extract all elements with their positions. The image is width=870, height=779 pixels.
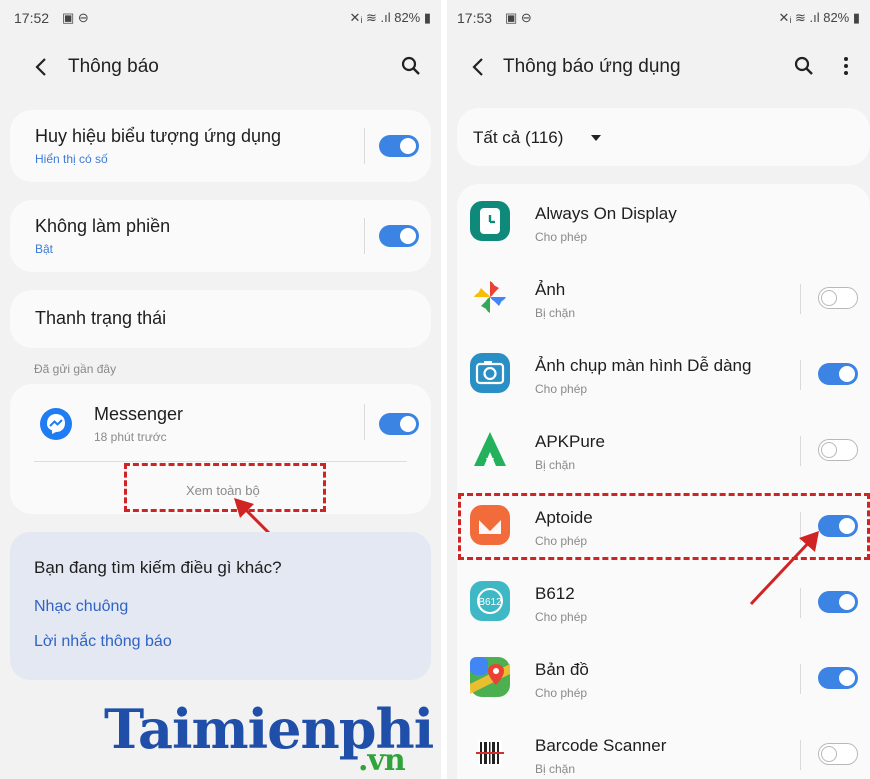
app-status: Cho phép xyxy=(535,610,588,624)
divider xyxy=(800,284,801,314)
setting-subtitle: Bật xyxy=(35,242,54,256)
app-status: Bị chặn xyxy=(535,306,576,320)
more-options-icon[interactable] xyxy=(842,56,850,76)
filter-card[interactable]: Tất cả (116) xyxy=(457,108,870,166)
divider xyxy=(800,360,801,390)
page-title: Thông báo xyxy=(68,56,159,77)
do-not-disturb-setting[interactable]: Không làm phiền Bật xyxy=(10,200,431,272)
app-name: Ảnh chụp màn hình Dễ dàng xyxy=(535,356,752,375)
app-list: Always On Display Cho phép Ảnh Bị chặn Ả… xyxy=(457,184,870,779)
do-not-disturb-toggle[interactable] xyxy=(379,225,419,247)
app-row-always-on-display[interactable]: Always On Display Cho phép xyxy=(457,184,870,260)
divider xyxy=(364,218,365,254)
app-icon-badges-setting[interactable]: Huy hiệu biểu tượng ứng dụng Hiển thị có… xyxy=(10,110,431,182)
app-name: B612 xyxy=(535,584,575,603)
divider xyxy=(800,740,801,770)
status-system-icons: ✕ᵢ ≋ .ıl 82% ▮ xyxy=(778,10,860,25)
filter-dropdown[interactable]: Tất cả (116) xyxy=(473,128,563,148)
section-header: Đã gửi gần đây xyxy=(34,362,117,376)
app-row-anh-chup-man-hinh[interactable]: Ảnh chụp màn hình Dễ dàng Cho phép xyxy=(457,336,870,412)
setting-title: Thanh trạng thái xyxy=(35,308,167,328)
status-notification-icons: ▣ ⊖ xyxy=(62,10,89,25)
page-title: Thông báo ứng dụng xyxy=(503,56,681,77)
app-notifications-screen: 17:53 ▣ ⊖ ✕ᵢ ≋ .ıl 82% ▮ Thông báo ứng d… xyxy=(447,0,870,779)
status-notification-icons: ▣ ⊖ xyxy=(505,10,532,25)
app-status: Cho phép xyxy=(535,230,588,244)
ban-do-toggle[interactable] xyxy=(818,667,858,689)
arrow-annotation-icon xyxy=(749,531,819,606)
camera-icon xyxy=(470,353,510,393)
messenger-icon xyxy=(40,408,72,440)
app-name: Ảnh xyxy=(535,280,566,299)
watermark-logo: Taimienphi .vn xyxy=(104,697,434,778)
svg-text:B612: B612 xyxy=(478,597,502,608)
setting-subtitle: Hiển thị có số xyxy=(35,152,108,166)
divider xyxy=(364,404,365,440)
photos-pinwheel-icon xyxy=(474,281,506,313)
barcode-icon xyxy=(476,740,504,766)
app-row-anh[interactable]: Ảnh Bị chặn xyxy=(457,260,870,336)
search-icon[interactable] xyxy=(794,56,814,76)
chevron-left-icon[interactable] xyxy=(469,56,489,78)
divider xyxy=(364,128,365,164)
app-status: Cho phép xyxy=(535,382,588,396)
chevron-left-icon[interactable] xyxy=(32,56,52,78)
status-bar: 17:53 ▣ ⊖ ✕ᵢ ≋ .ıl 82% ▮ xyxy=(447,0,870,34)
notification-time: 18 phút trước xyxy=(94,430,167,444)
app-status: Bị chặn xyxy=(535,762,576,776)
status-system-icons: ✕ᵢ ≋ .ıl 82% ▮ xyxy=(349,10,431,25)
anh-chup-man-hinh-toggle[interactable] xyxy=(818,363,858,385)
status-time: 17:53 xyxy=(457,10,493,26)
app-row-ban-do[interactable]: Bản đồ Cho phép xyxy=(457,640,870,716)
dropdown-arrow-icon xyxy=(591,135,601,141)
apkpure-icon xyxy=(474,432,506,466)
maps-icon xyxy=(470,657,510,697)
barcode-scanner-toggle[interactable] xyxy=(818,743,858,765)
divider xyxy=(800,664,801,694)
app-bar: Thông báo xyxy=(0,40,441,92)
divider xyxy=(34,461,407,462)
suggestions-card: Bạn đang tìm kiếm điều gì khác? Nhạc chu… xyxy=(10,532,431,680)
status-time: 17:52 xyxy=(14,10,50,26)
apkpure-toggle[interactable] xyxy=(818,439,858,461)
app-status: Bị chặn xyxy=(535,458,576,472)
app-row-barcode-scanner[interactable]: Barcode Scanner Bị chặn xyxy=(457,716,870,779)
setting-title: Huy hiệu biểu tượng ứng dụng xyxy=(35,126,282,146)
app-row-apkpure[interactable]: APKPure Bị chặn xyxy=(457,412,870,488)
app-bar: Thông báo ứng dụng xyxy=(447,40,870,92)
status-bar-setting[interactable]: Thanh trạng thái xyxy=(10,290,431,348)
recent-app-row[interactable]: Messenger 18 phút trước xyxy=(10,384,431,460)
search-icon[interactable] xyxy=(401,56,421,76)
app-status: Cho phép xyxy=(535,686,588,700)
setting-title: Không làm phiền xyxy=(35,216,171,236)
ringtone-link[interactable]: Nhạc chuông xyxy=(34,598,128,616)
app-name: Always On Display xyxy=(535,204,677,223)
app-icon-badges-toggle[interactable] xyxy=(379,135,419,157)
app-name: Barcode Scanner xyxy=(535,736,667,755)
suggestions-title: Bạn đang tìm kiếm điều gì khác? xyxy=(34,558,282,577)
divider xyxy=(800,436,801,466)
notifications-screen: 17:52 ▣ ⊖ ✕ᵢ ≋ .ıl 82% ▮ Thông báo Huy h… xyxy=(0,0,441,779)
b612-icon: B612 xyxy=(470,581,510,621)
app-name: APKPure xyxy=(535,432,605,451)
notification-reminder-link[interactable]: Lời nhắc thông báo xyxy=(34,633,172,651)
app-name: Messenger xyxy=(94,404,184,424)
status-bar: 17:52 ▣ ⊖ ✕ᵢ ≋ .ıl 82% ▮ xyxy=(0,0,441,34)
app-name: Bản đồ xyxy=(535,660,589,679)
anh-toggle[interactable] xyxy=(818,287,858,309)
messenger-toggle[interactable] xyxy=(379,413,419,435)
always-on-display-icon xyxy=(470,201,510,241)
